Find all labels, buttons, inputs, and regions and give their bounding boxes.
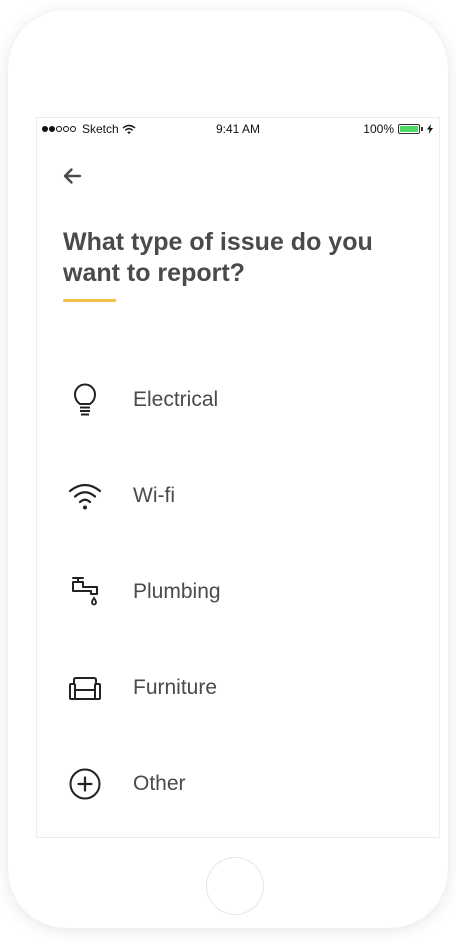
option-wifi[interactable]: Wi-fi: [37, 448, 439, 544]
option-label: Other: [133, 772, 186, 795]
home-button[interactable]: [206, 857, 264, 915]
battery-icon: [398, 124, 420, 134]
title-accent-line: [63, 299, 116, 302]
lightbulb-icon: [74, 383, 96, 416]
status-right: 100%: [363, 122, 433, 136]
plus-circle-icon: [69, 768, 101, 800]
battery-percent: 100%: [363, 122, 394, 136]
sofa-icon: [69, 677, 101, 700]
app-screen: Sketch 9:41 AM 100% What type of issue d…: [37, 118, 439, 837]
bolt-icon: [427, 124, 433, 134]
battery-tip: [421, 127, 423, 131]
issue-type-list: Electrical Wi-fi Plumbing Furniture Othe…: [37, 352, 439, 832]
wifi-icon: [68, 483, 102, 510]
option-label: Wi-fi: [133, 484, 175, 507]
page-title: What type of issue do you want to report…: [63, 228, 373, 287]
option-label: Electrical: [133, 388, 219, 411]
arrow-left-icon[interactable]: [61, 165, 83, 187]
status-bar: Sketch 9:41 AM 100%: [37, 118, 439, 140]
option-label: Plumbing: [133, 580, 221, 603]
option-other[interactable]: Other: [37, 736, 439, 832]
faucet-icon: [72, 577, 98, 606]
option-electrical[interactable]: Electrical: [37, 352, 439, 448]
option-furniture[interactable]: Furniture: [37, 640, 439, 736]
phone-frame: Sketch 9:41 AM 100% What type of issue d…: [8, 10, 448, 928]
battery-fill: [400, 126, 418, 132]
option-plumbing[interactable]: Plumbing: [37, 544, 439, 640]
option-label: Furniture: [133, 676, 218, 699]
